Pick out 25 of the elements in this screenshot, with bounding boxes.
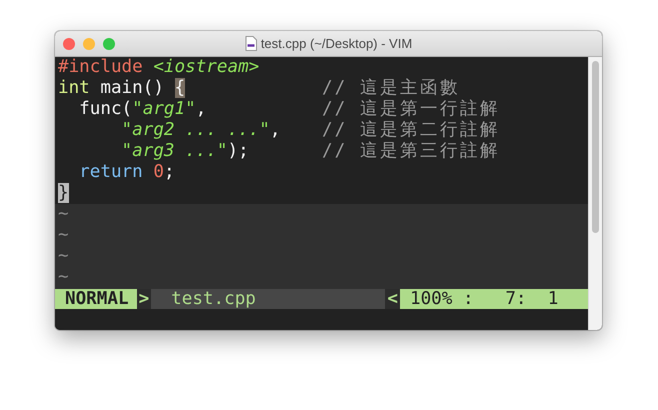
code-comment: // 這是第二行註解 (322, 120, 500, 141)
mode-indicator: NORMAL (55, 289, 137, 309)
zoom-button[interactable] (103, 38, 115, 50)
separator-glyph: > (136, 289, 152, 309)
file-icon (244, 36, 257, 51)
empty-line-marker: ~ (58, 267, 69, 288)
minimize-button[interactable] (83, 38, 95, 50)
code-line: return 0; (78, 162, 176, 183)
code-comment: // 這是第三行註解 (322, 141, 500, 162)
separator-glyph: < (385, 289, 400, 309)
cursor-position: 100% : 7: 1 (400, 289, 588, 309)
window-title: test.cpp (~/Desktop) - VIM (260, 36, 412, 51)
close-button[interactable] (63, 38, 75, 50)
empty-line-marker: ~ (58, 246, 69, 267)
file-name: test.cpp (151, 289, 386, 309)
code-comment: // 這是主函數 (322, 78, 460, 99)
empty-line-marker: ~ (58, 225, 69, 246)
code-line: "arg2 ... ...", (120, 120, 282, 141)
code-line: func("arg1", (78, 99, 208, 120)
code-line: int main() { (58, 78, 186, 99)
code-comment: // 這是第一行註解 (322, 99, 500, 120)
code-line: "arg3 ..."); (120, 141, 250, 162)
scrollbar[interactable] (588, 57, 602, 330)
empty-line-marker: ~ (58, 204, 69, 225)
code-line: #include <iostream> (58, 57, 260, 78)
